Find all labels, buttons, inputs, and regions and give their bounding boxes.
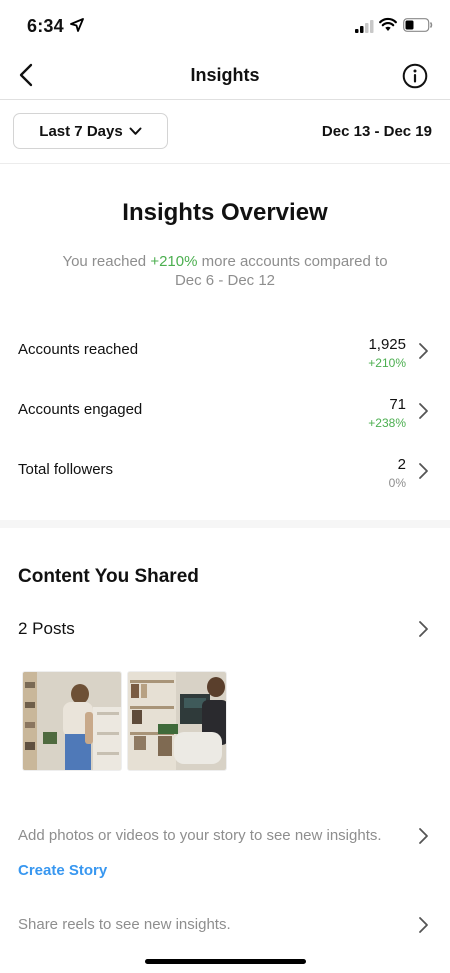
filter-row: Last 7 Days Dec 13 - Dec 19 <box>0 100 450 164</box>
date-range-text: Dec 13 - Dec 19 <box>321 123 432 140</box>
battery-icon <box>403 18 433 32</box>
reels-prompt-row[interactable]: Share reels to see new insights. <box>0 913 450 937</box>
metric-label: Total followers <box>18 461 114 478</box>
subtitle-change: +210% <box>150 253 198 270</box>
cellular-signal-icon <box>355 20 374 33</box>
post-thumbnail[interactable] <box>127 671 227 771</box>
metric-label: Accounts reached <box>18 341 139 358</box>
post-thumbnail[interactable] <box>22 671 122 771</box>
chevron-right-icon <box>419 917 428 933</box>
metric-row-accounts-reached[interactable]: Accounts reached 1,925 +210% <box>0 336 450 386</box>
subtitle-dates: Dec 6 - Dec 12 <box>174 272 276 289</box>
metric-row-total-followers[interactable]: Total followers 2 0% <box>0 456 450 506</box>
metric-change: 0% <box>388 476 406 490</box>
content-section-title: Content You Shared <box>18 566 199 587</box>
metric-value: 1,925 <box>368 336 406 353</box>
location-arrow-icon <box>70 18 84 32</box>
metric-change: +210% <box>368 356 406 370</box>
metric-value: 71 <box>389 396 406 413</box>
chevron-right-icon <box>419 343 428 359</box>
create-story-link[interactable]: Create Story <box>18 862 107 879</box>
chevron-right-icon <box>419 403 428 419</box>
chevron-down-icon <box>129 127 142 135</box>
posts-count-label: 2 Posts <box>18 619 75 638</box>
metric-label: Accounts engaged <box>18 401 143 418</box>
chevron-right-icon <box>419 621 428 637</box>
navigation-bar: Insights <box>0 52 450 100</box>
story-prompt-text: Add photos or videos to your story to se… <box>18 827 382 844</box>
overview-subtitle: You reached +210% more accounts compared… <box>40 252 410 290</box>
overview-title: Insights Overview <box>122 199 328 226</box>
page-title: Insights <box>190 65 260 85</box>
metric-value: 2 <box>397 456 406 473</box>
wifi-icon <box>379 17 397 31</box>
section-divider <box>0 520 450 528</box>
home-indicator <box>145 959 306 964</box>
status-bar: 6:34 <box>0 0 450 52</box>
date-range-dropdown[interactable]: Last 7 Days <box>13 113 168 149</box>
date-range-label: Last 7 Days <box>39 122 123 140</box>
info-icon[interactable] <box>402 63 428 89</box>
subtitle-prefix: You reached <box>62 253 151 270</box>
subtitle-suffix: more accounts compared to <box>197 253 388 270</box>
chevron-right-icon <box>419 828 428 844</box>
reels-prompt-text: Share reels to see new insights. <box>18 916 231 933</box>
status-time: 6:34 <box>27 16 64 36</box>
chevron-right-icon <box>419 463 428 479</box>
posts-row[interactable]: 2 Posts <box>0 614 450 644</box>
story-prompt-row[interactable]: Add photos or videos to your story to se… <box>0 824 450 848</box>
metric-change: +238% <box>368 416 406 430</box>
metric-row-accounts-engaged[interactable]: Accounts engaged 71 +238% <box>0 396 450 446</box>
